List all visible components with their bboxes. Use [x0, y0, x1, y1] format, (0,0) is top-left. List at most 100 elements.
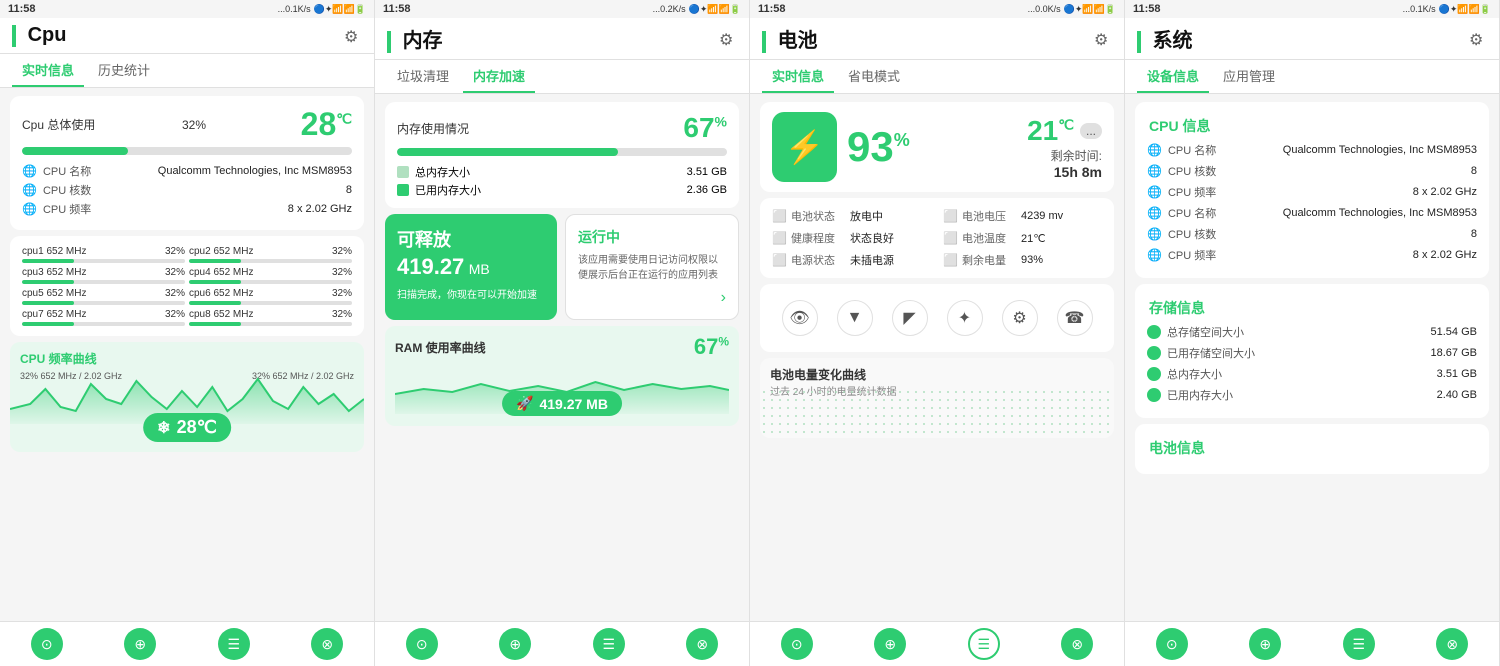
- nav-icon-4c[interactable]: ☰: [1343, 628, 1375, 660]
- sys-cpu-cores-1: 🌐 CPU 核数 8: [1147, 163, 1477, 179]
- tab-history-1[interactable]: 历史统计: [88, 54, 160, 87]
- more-button[interactable]: ...: [1080, 123, 1102, 139]
- battery-controls: 👁 ▼ ◤ ✦ ⚙ ☎: [772, 294, 1102, 342]
- ram-chart: RAM 使用率曲线 67% 🚀 419.27 MB: [385, 326, 739, 426]
- mem-used-row: 已用内存大小 2.36 GB: [397, 182, 727, 198]
- sys-mem-used: 已用内存大小 2.40 GB: [1147, 387, 1477, 403]
- gear-icon-1[interactable]: ⚙: [344, 27, 362, 45]
- tab-device-4[interactable]: 设备信息: [1137, 60, 1209, 93]
- ctrl-signal[interactable]: ◤: [892, 300, 928, 336]
- nav-icon-2b[interactable]: ⊕: [499, 628, 531, 660]
- sys-globe-3: 🌐: [1147, 185, 1162, 199]
- rocket-icon: 🚀: [516, 395, 533, 412]
- battery-remaining-icon: ⬜: [943, 253, 958, 267]
- nav-icon-3a[interactable]: ⊙: [781, 628, 813, 660]
- core-4: cpu4 652 MHz32%: [189, 267, 352, 284]
- tabs-3: 实时信息 省电模式: [750, 60, 1124, 94]
- ram-chart-header: RAM 使用率曲线 67%: [395, 334, 729, 360]
- nav-icon-1b[interactable]: ⊕: [124, 628, 156, 660]
- sys-storage-card: 存储信息 总存储空间大小 51.54 GB 已用存储空间大小 18.67 GB …: [1135, 284, 1489, 418]
- cpu-progress-bg: [22, 147, 352, 155]
- ctrl-phone[interactable]: ☎: [1057, 300, 1093, 336]
- battery-health-icon: ⬜: [772, 231, 787, 245]
- content-2: 内存使用情况 67% 总内存大小 3.51 GB 已用内存大小 2.36 GB: [375, 94, 749, 621]
- content-4: CPU 信息 🌐 CPU 名称 Qualcomm Technologies, I…: [1125, 94, 1499, 621]
- tab-apps-4[interactable]: 应用管理: [1213, 60, 1285, 93]
- releasable-desc: 扫描完成，你现在可以开始加速: [397, 286, 545, 301]
- ram-badge: 🚀 419.27 MB: [502, 391, 622, 416]
- releasable-card: 可释放 419.27 MB 扫描完成，你现在可以开始加速: [385, 214, 557, 320]
- battery-percent: 93%: [847, 123, 910, 170]
- time-1: 11:58: [8, 3, 36, 15]
- bottom-nav-1: ⊙ ⊕ ☰ ⊗: [0, 621, 374, 666]
- signal-3: ...0.0K/s 🔵✦📶📶🔋: [1028, 4, 1116, 15]
- nav-icon-4b[interactable]: ⊕: [1249, 628, 1281, 660]
- sys-cpu-freq-2: 🌐 CPU 频率 8 x 2.02 GHz: [1147, 247, 1477, 263]
- battery-voltage-icon: ⬜: [943, 209, 958, 223]
- mem-total-row: 总内存大小 3.51 GB: [397, 164, 727, 180]
- nav-icon-4a[interactable]: ⊙: [1156, 628, 1188, 660]
- releasable-value: 419.27 MB: [397, 254, 545, 280]
- sys-cpu-name-1: 🌐 CPU 名称 Qualcomm Technologies, Inc MSM8…: [1147, 142, 1477, 158]
- battery-chart-title: 电池电量变化曲线: [770, 366, 1104, 383]
- core-1: cpu1 652 MHz32%: [22, 246, 185, 263]
- cpu-cores-row: 🌐 CPU 核数 8: [22, 182, 352, 198]
- bottom-nav-2: ⊙ ⊕ ☰ ⊗: [375, 621, 749, 666]
- battery-top: ⚡ 93% 21℃ ... 剩余时间: 15h 8m: [772, 112, 1102, 182]
- nav-icon-1a[interactable]: ⊙: [31, 628, 63, 660]
- green-bar-3: [762, 31, 766, 53]
- ctrl-wifi[interactable]: ▼: [837, 300, 873, 336]
- battery-controls-card: 👁 ▼ ◤ ✦ ⚙ ☎: [760, 284, 1114, 352]
- core-3: cpu3 652 MHz32%: [22, 267, 185, 284]
- mem-pct-big: 67%: [683, 112, 727, 144]
- sys-storage-used: 已用存储空间大小 18.67 GB: [1147, 345, 1477, 361]
- cpu-name-icon: 🌐: [22, 164, 37, 178]
- battery-dots-bg: [760, 388, 1114, 438]
- cpu-name-row: 🌐 CPU 名称 Qualcomm Technologies, Inc MSM8…: [22, 163, 352, 179]
- gear-icon-4[interactable]: ⚙: [1469, 30, 1487, 48]
- sys-globe-1: 🌐: [1147, 143, 1162, 157]
- ctrl-brightness[interactable]: ⚙: [1002, 300, 1038, 336]
- nav-icon-1c[interactable]: ☰: [218, 628, 250, 660]
- storage-circle-2: [1147, 346, 1161, 360]
- binfo-health: ⬜ 健康程度 状态良好: [772, 230, 931, 246]
- nav-icon-4d[interactable]: ⊗: [1436, 628, 1468, 660]
- running-title: 运行中: [578, 227, 726, 247]
- tab-clean-2[interactable]: 垃圾清理: [387, 60, 459, 93]
- gear-icon-2[interactable]: ⚙: [719, 30, 737, 48]
- sys-cpu-freq-1: 🌐 CPU 频率 8 x 2.02 GHz: [1147, 184, 1477, 200]
- tabs-2: 垃圾清理 内存加速: [375, 60, 749, 94]
- mem-used-color: [397, 184, 409, 196]
- nav-icon-2d[interactable]: ⊗: [686, 628, 718, 660]
- tab-realtime-3[interactable]: 实时信息: [762, 60, 834, 93]
- ctrl-eye[interactable]: 👁: [782, 300, 818, 336]
- battery-temp-icon: ⬜: [943, 231, 958, 245]
- battery-status-icon: ⬜: [772, 209, 787, 223]
- nav-icon-3b[interactable]: ⊕: [874, 628, 906, 660]
- gear-icon-3[interactable]: ⚙: [1094, 30, 1112, 48]
- tab-accel-2[interactable]: 内存加速: [463, 60, 535, 93]
- tab-realtime-1[interactable]: 实时信息: [12, 54, 84, 87]
- battery-info-grid: ⬜ 电池状态 放电中 ⬜ 电池电压 4239 mv ⬜ 健康程度 状态良好 ⬜ …: [772, 208, 1102, 268]
- battery-pct-area: 93%: [847, 123, 910, 171]
- battery-temp: 21℃: [1027, 115, 1074, 147]
- bottom-nav-3: ⊙ ⊕ ☰ ⊗: [750, 621, 1124, 666]
- ram-chart-title: RAM 使用率曲线: [395, 339, 486, 356]
- sys-cpu-cores-2: 🌐 CPU 核数 8: [1147, 226, 1477, 242]
- core-2: cpu2 652 MHz32%: [189, 246, 352, 263]
- nav-icon-3c[interactable]: ☰: [968, 628, 1000, 660]
- ctrl-bt[interactable]: ✦: [947, 300, 983, 336]
- sys-cpu-section-title: CPU 信息: [1147, 116, 1477, 136]
- storage-circle-4: [1147, 388, 1161, 402]
- nav-icon-1d[interactable]: ⊗: [311, 628, 343, 660]
- nav-icon-2c[interactable]: ☰: [593, 628, 625, 660]
- header-4: 系统 ⚙: [1125, 18, 1499, 60]
- running-arrow-icon[interactable]: ›: [578, 289, 726, 307]
- nav-icon-2a[interactable]: ⊙: [406, 628, 438, 660]
- header-2: 内存 ⚙: [375, 18, 749, 60]
- tab-saver-3[interactable]: 省电模式: [838, 60, 910, 93]
- battery-power-icon: ⬜: [772, 253, 787, 267]
- nav-icon-3d[interactable]: ⊗: [1061, 628, 1093, 660]
- mem-usage-card: 内存使用情况 67% 总内存大小 3.51 GB 已用内存大小 2.36 GB: [385, 102, 739, 208]
- bolt-icon: ⚡: [785, 128, 825, 166]
